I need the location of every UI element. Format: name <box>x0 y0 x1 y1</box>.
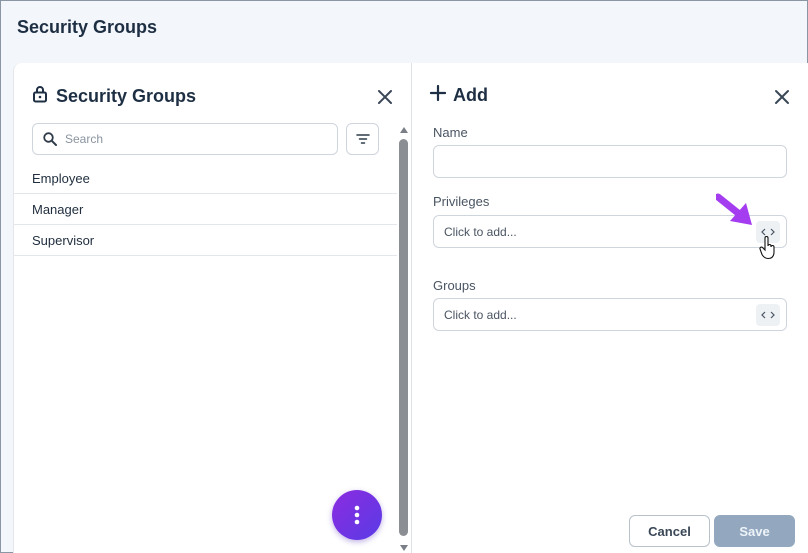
add-panel-title: Add <box>453 85 488 105</box>
groups-field[interactable] <box>433 298 787 331</box>
list-panel-title: Security Groups <box>56 86 197 106</box>
plus-icon <box>429 84 447 106</box>
close-add-panel-button[interactable] <box>772 87 792 107</box>
security-group-list: Employee Manager Supervisor <box>14 163 397 256</box>
filter-button[interactable] <box>346 123 379 155</box>
name-label: Name <box>433 125 468 140</box>
list-scrollbar[interactable] <box>399 125 409 551</box>
highlight-arrow-icon <box>714 193 756 234</box>
list-item-manager[interactable]: Manager <box>14 194 397 225</box>
lock-icon <box>32 85 48 108</box>
scroll-up-arrow-icon[interactable] <box>400 127 408 133</box>
hand-pointer-icon <box>759 236 777 265</box>
close-list-panel-button[interactable] <box>375 87 395 107</box>
scrollbar-thumb[interactable] <box>399 139 408 536</box>
add-panel-header: Add <box>429 84 488 106</box>
search-icon <box>43 132 57 146</box>
groups-input[interactable] <box>434 299 786 330</box>
save-button[interactable]: Save <box>714 515 795 547</box>
name-field[interactable] <box>433 145 787 178</box>
search-input[interactable] <box>65 132 305 146</box>
name-input[interactable] <box>434 146 786 177</box>
more-actions-button[interactable] <box>332 490 382 540</box>
list-panel-header: Security Groups <box>32 85 196 108</box>
more-vertical-icon <box>354 505 360 525</box>
groups-label: Groups <box>433 278 476 293</box>
close-icon <box>378 90 392 104</box>
cancel-button[interactable]: Cancel <box>629 515 710 547</box>
search-box[interactable] <box>32 123 338 155</box>
page-title: Security Groups <box>17 17 158 37</box>
main-card: Security Groups Employee Manager Supervi… <box>13 63 808 553</box>
close-icon <box>775 90 789 104</box>
security-groups-list-panel: Security Groups Employee Manager Supervi… <box>14 63 411 553</box>
privileges-label: Privileges <box>433 194 490 209</box>
groups-picker-button[interactable] <box>756 304 780 326</box>
picker-icon <box>761 311 775 319</box>
scroll-down-arrow-icon[interactable] <box>400 545 408 551</box>
list-item-supervisor[interactable]: Supervisor <box>14 225 397 256</box>
filter-icon <box>355 134 370 144</box>
list-item-employee[interactable]: Employee <box>14 163 397 194</box>
add-panel: Add Name Privileges Groups <box>412 63 808 553</box>
